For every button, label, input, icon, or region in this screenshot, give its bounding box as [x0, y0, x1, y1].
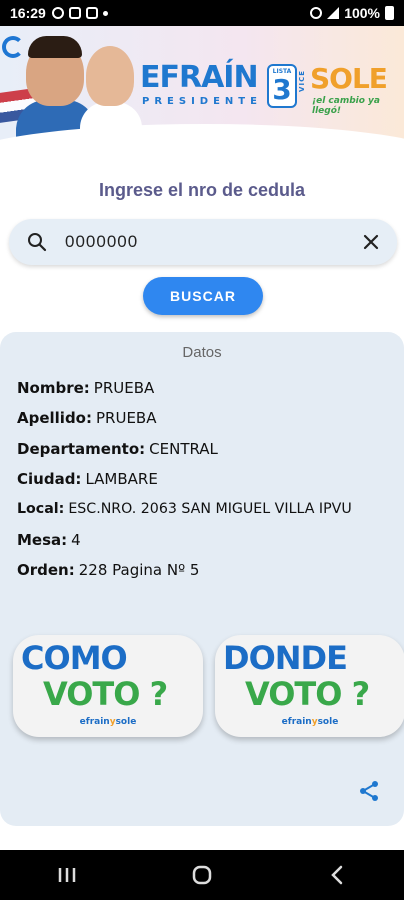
- promo-line1: COMO: [21, 639, 128, 677]
- page-title: Ingrese el nro de cedula: [98, 180, 306, 200]
- banner-vice-label: VICE: [298, 70, 306, 92]
- share-icon[interactable]: [358, 780, 380, 802]
- signal-icon: [327, 7, 340, 19]
- battery-level: 100%: [344, 5, 380, 21]
- cedula-search-bar[interactable]: [9, 219, 397, 265]
- banner-role-main: PRESIDENTE: [142, 96, 262, 107]
- system-nav-bar: [0, 850, 404, 900]
- datos-label: Departamento:: [17, 439, 146, 458]
- datos-value: PRUEBA: [96, 409, 157, 428]
- promo-line2: VOTO ?: [245, 675, 370, 713]
- status-system-icons: 100%: [310, 5, 394, 21]
- datos-label: Local:: [17, 501, 65, 518]
- status-time: 16:29: [10, 5, 46, 21]
- datos-row-nombre: Nombre: PRUEBA: [17, 373, 397, 403]
- list-number-badge: LISTA 3: [267, 64, 297, 108]
- datos-value: PRUEBA: [93, 379, 155, 398]
- home-icon[interactable]: [172, 850, 232, 900]
- donde-voto-button[interactable]: DONDE VOTO ? efrainysole: [215, 635, 404, 737]
- notification-icon: [51, 7, 64, 19]
- banner-name-main: EFRAÍN: [140, 60, 259, 95]
- list-number: 3: [272, 73, 292, 106]
- datos-label: Apellido:: [17, 409, 92, 428]
- back-icon[interactable]: [307, 850, 367, 900]
- search-button[interactable]: BUSCAR: [143, 277, 263, 315]
- promo-brand: efrainysole: [281, 717, 339, 727]
- datos-row-orden: Orden: 228 Pagina Nº 5: [17, 555, 397, 585]
- battery-icon: [385, 6, 394, 20]
- banner-slogan: ¡el cambio ya llegó!: [312, 96, 380, 116]
- datos-row-ciudad: Ciudad: LAMBARE: [17, 464, 397, 494]
- datos-label: Mesa:: [17, 530, 68, 549]
- datos-row-mesa: Mesa: 4: [17, 524, 397, 554]
- datos-list: Nombre: PRUEBA Apellido: PRUEBA Departam…: [17, 373, 397, 585]
- datos-value: 228 Pagina Nº 5: [78, 560, 200, 579]
- recent-apps-icon[interactable]: [37, 850, 97, 900]
- search-icon[interactable]: [9, 219, 65, 265]
- candidate-photo-vice: [80, 40, 140, 112]
- promo-line1: DONDE: [223, 639, 348, 677]
- promo-brand: efrainysole: [79, 717, 137, 727]
- datos-label: Ciudad:: [17, 470, 82, 489]
- datos-card-title: Datos: [182, 344, 222, 361]
- banner-name-vice: SOLE: [310, 62, 388, 95]
- alarm-icon: [310, 7, 323, 19]
- video-icon: [85, 7, 98, 19]
- datos-label: Orden:: [17, 560, 75, 579]
- clear-icon[interactable]: [345, 219, 397, 265]
- datos-value: LAMBARE: [85, 470, 158, 489]
- datos-value: CENTRAL: [149, 439, 218, 458]
- datos-value: ESC.NRO. 2063 SAN MIGUEL VILLA IPVU: [68, 501, 352, 518]
- dot-icon: [102, 10, 108, 16]
- datos-row-local: Local: ESC.NRO. 2063 SAN MIGUEL VILLA IP…: [17, 494, 397, 524]
- status-bar: 16:29 100%: [0, 0, 404, 26]
- promo-line2: VOTO ?: [43, 675, 168, 713]
- datos-value: 4: [71, 530, 81, 549]
- party-logo-icon: [2, 36, 24, 58]
- campaign-banner: EFRAÍN PRESIDENTE LISTA 3 VICE SOLE ¡el …: [0, 26, 404, 156]
- app-screen: 16:29 100% EFRAÍN PRESIDENTE LISTA 3 VIC…: [0, 0, 404, 900]
- cedula-input[interactable]: [65, 232, 345, 252]
- image-icon: [68, 7, 81, 19]
- como-voto-button[interactable]: COMO VOTO ? efrainysole: [13, 635, 203, 737]
- candidate-photo-president: [26, 36, 84, 106]
- datos-label: Nombre:: [17, 379, 90, 398]
- datos-row-apellido: Apellido: PRUEBA: [17, 403, 397, 433]
- status-notification-icons: [51, 7, 108, 19]
- datos-row-departamento: Departamento: CENTRAL: [17, 434, 397, 464]
